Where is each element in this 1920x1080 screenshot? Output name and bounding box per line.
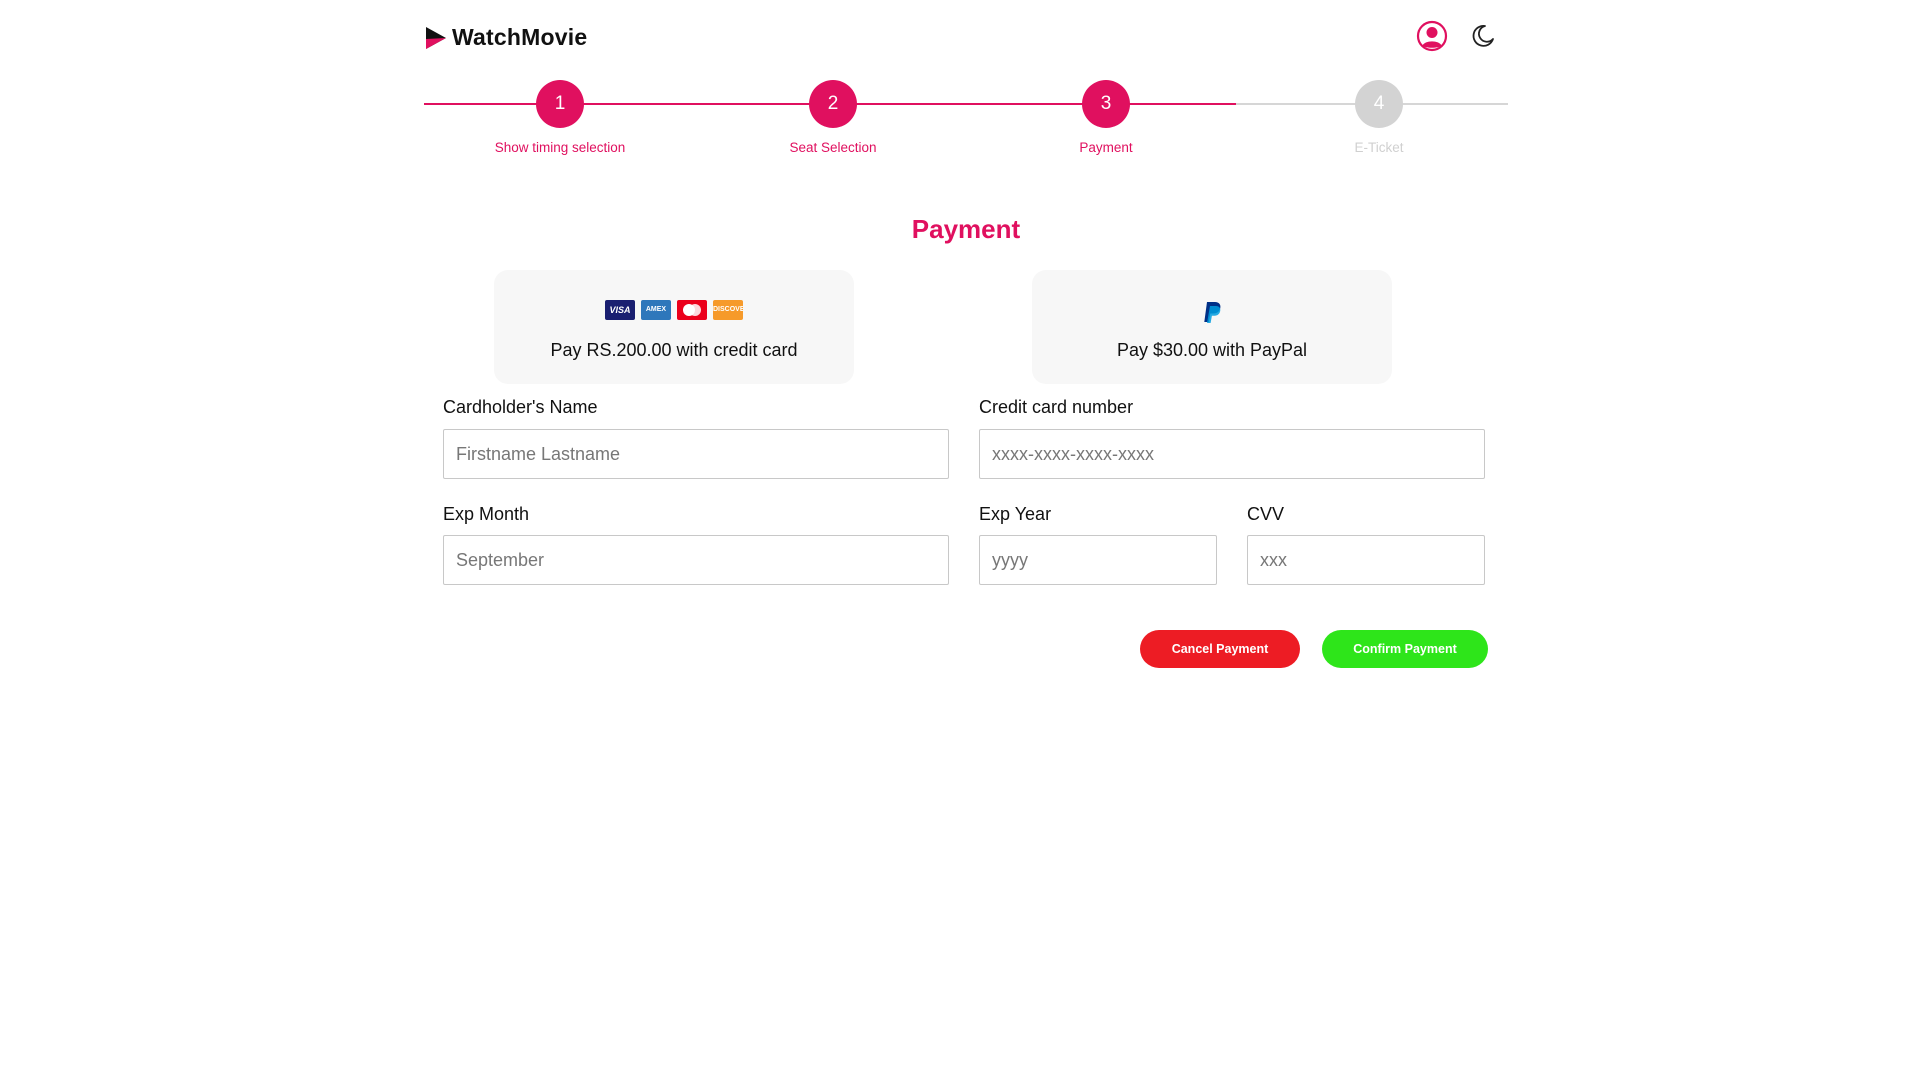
moon-icon[interactable] (1470, 23, 1496, 49)
exp-month-label: Exp Month (443, 504, 530, 524)
user-circle-icon[interactable] (1416, 20, 1448, 52)
cardholder-name-label: Cardholder's Name (443, 397, 598, 417)
brand-logo[interactable]: WatchMovie (424, 24, 587, 51)
step-label: Show timing selection (494, 140, 626, 155)
discover-icon: DISCOVER (713, 300, 743, 320)
paypal-method[interactable]: Pay $30.00 with PayPal (1032, 270, 1392, 384)
card-brand-logos: VISA AMEX DISCOVER (494, 300, 854, 326)
step-e-ticket: 4 E-Ticket (1279, 80, 1479, 155)
cardholder-name-input[interactable] (443, 429, 949, 479)
card-number-input[interactable] (979, 429, 1485, 479)
step-show-timing[interactable]: 1 Show timing selection (460, 80, 660, 155)
visa-icon: VISA (605, 300, 635, 320)
step-label: Seat Selection (789, 140, 877, 155)
header-actions (1416, 20, 1496, 52)
card-number-label: Credit card number (979, 397, 1134, 417)
step-number: 4 (1355, 80, 1403, 128)
step-number: 1 (536, 80, 584, 128)
step-label: E-Ticket (1354, 140, 1404, 155)
credit-card-method[interactable]: VISA AMEX DISCOVER Pay RS.200.00 with cr… (494, 270, 854, 384)
credit-card-pay-text: Pay RS.200.00 with credit card (550, 340, 798, 360)
paypal-logo-wrap (1032, 300, 1392, 326)
app-name: WatchMovie (452, 24, 588, 50)
cvv-input[interactable] (1247, 535, 1485, 585)
cancel-payment-button[interactable]: Cancel Payment (1140, 630, 1300, 668)
exp-year-input[interactable] (979, 535, 1217, 585)
step-payment[interactable]: 3 Payment (1006, 80, 1206, 155)
amex-icon: AMEX (641, 300, 671, 320)
mastercard-icon (677, 300, 707, 320)
play-logo-icon (426, 26, 446, 49)
confirm-payment-button[interactable]: Confirm Payment (1322, 630, 1488, 668)
payment-page: WatchMovie 1 Show timing selection 2 Sea… (0, 0, 1920, 1080)
booking-stepper: 1 Show timing selection 2 Seat Selection… (424, 80, 1508, 160)
paypal-pay-text: Pay $30.00 with PayPal (1116, 340, 1308, 360)
step-seat-selection[interactable]: 2 Seat Selection (733, 80, 933, 155)
step-number: 2 (809, 80, 857, 128)
step-label: Payment (1079, 140, 1133, 155)
cvv-label: CVV (1247, 504, 1285, 524)
exp-year-label: Exp Year (979, 504, 1052, 524)
paypal-icon (1204, 302, 1221, 323)
exp-month-input[interactable] (443, 535, 949, 585)
page-title: Payment (911, 214, 1021, 244)
app-header: WatchMovie (424, 20, 1496, 64)
step-number: 3 (1082, 80, 1130, 128)
